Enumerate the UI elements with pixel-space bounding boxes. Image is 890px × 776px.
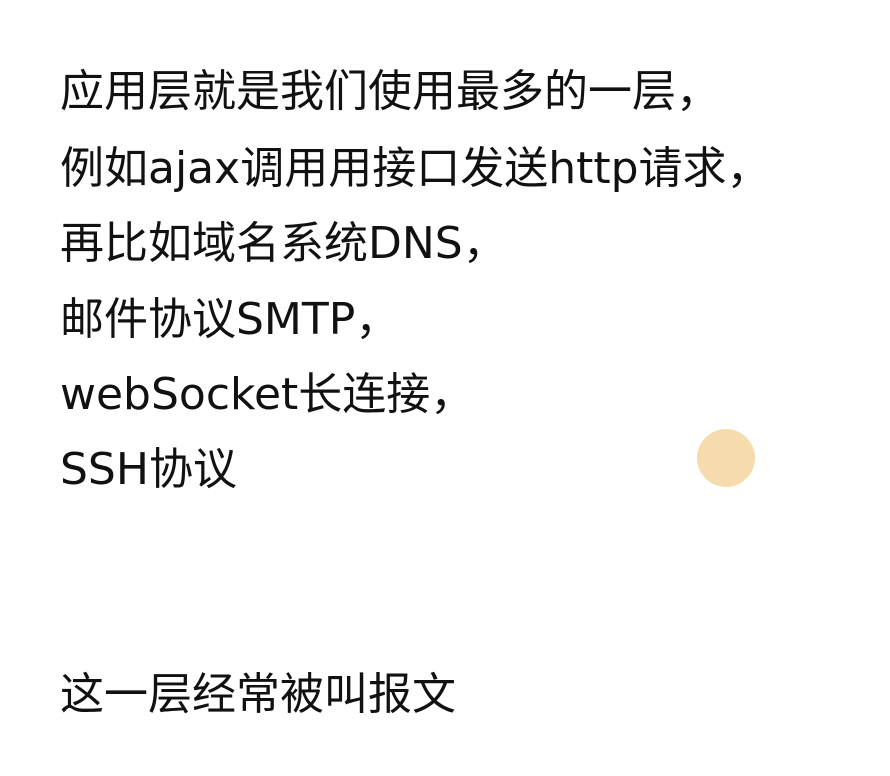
text-line-dns: 再比如域名系统DNS，	[60, 218, 507, 269]
text-line-ssh: SSH协议	[60, 444, 237, 495]
text-line-application-layer: 应用层就是我们使用最多的一层，	[60, 66, 720, 117]
slide-canvas: 应用层就是我们使用最多的一层， 例如ajax调用用接口发送http请求， 再比如…	[0, 0, 890, 776]
text-line-ajax-http: 例如ajax调用用接口发送http请求，	[60, 143, 771, 194]
cursor-highlight-dot	[697, 429, 755, 487]
text-line-message-footer: 这一层经常被叫报文	[60, 669, 456, 720]
text-line-smtp: 邮件协议SMTP，	[60, 294, 400, 345]
text-line-websocket: webSocket长连接，	[60, 369, 475, 420]
